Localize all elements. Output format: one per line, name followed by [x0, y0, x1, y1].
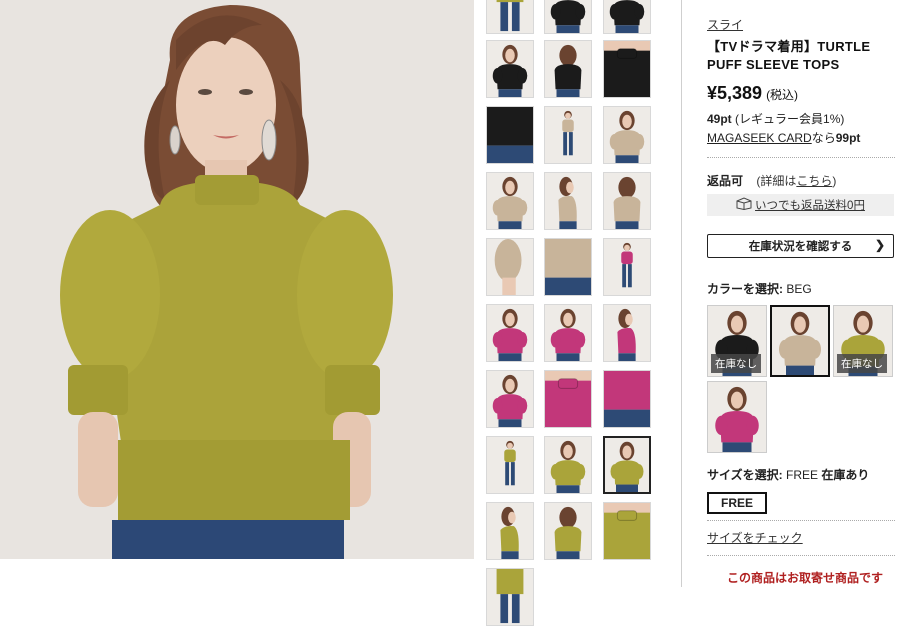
return-note: (詳細はこちら) — [756, 174, 836, 188]
column-divider — [681, 0, 682, 587]
thumbnail-black-back[interactable] — [544, 40, 592, 98]
divider-line — [707, 157, 895, 158]
free-return-label: いつでも返品送料0円 — [755, 197, 865, 213]
thumbnail-beige-full[interactable] — [544, 106, 592, 164]
thumbnail-black-detail[interactable] — [603, 40, 651, 98]
backorder-notice: この商品はお取寄せ商品です — [727, 569, 883, 586]
card-suffix: なら — [812, 131, 836, 145]
color-label: カラーを選択: — [707, 282, 783, 296]
color-swatch-black[interactable]: 在庫なし — [707, 305, 767, 377]
thumbnail-black-front-crop[interactable] — [603, 0, 651, 34]
return-details-link[interactable]: こちら — [796, 174, 832, 188]
thumbnail-beige-sleeve[interactable] — [486, 238, 534, 296]
color-swatch-pink[interactable] — [707, 381, 767, 453]
selected-size: FREE — [786, 468, 818, 482]
size-check-link[interactable]: サイズをチェック — [707, 529, 803, 546]
color-select-label: カラーを選択: BEG — [707, 280, 812, 297]
thumbnail-mustard-side[interactable] — [486, 502, 534, 560]
thumbnail-pink-front[interactable] — [486, 304, 534, 362]
model-illustration — [0, 0, 474, 559]
card-points-value: 99pt — [836, 131, 861, 145]
return-label: 返品可 — [707, 174, 743, 188]
chevron-right-icon: ❯ — [875, 238, 885, 252]
card-points-info: MAGASEEK CARDなら99pt — [707, 129, 860, 146]
points-note: (レギュラー会員1%) — [735, 112, 844, 126]
thumbnail-beige-back[interactable] — [603, 172, 651, 230]
price-value: ¥5,389 — [707, 83, 762, 103]
box-icon — [736, 197, 752, 213]
thumbnail-mustard-full[interactable] — [486, 436, 534, 494]
main-product-image — [0, 0, 474, 559]
size-free-button[interactable]: FREE — [707, 492, 767, 514]
thumbnail-mustard-back[interactable] — [544, 502, 592, 560]
thumbnail-pink-side[interactable] — [603, 304, 651, 362]
thumbnail-mustard-front[interactable] — [544, 436, 592, 494]
free-return-button[interactable]: いつでも返品送料0円 — [707, 194, 894, 216]
thumbnail-beige-front[interactable] — [486, 172, 534, 230]
thumbnail-black-front-crop[interactable] — [544, 0, 592, 34]
thumbnail-mustard-front[interactable] — [603, 436, 651, 494]
check-stock-button[interactable]: 在庫状況を確認する ❯ — [707, 234, 894, 258]
sold-out-tag: 在庫なし — [837, 354, 887, 373]
thumbnail-beige-side[interactable] — [544, 172, 592, 230]
thumbnail-pink-detail-hem[interactable] — [603, 370, 651, 428]
price-tax-note: (税込) — [766, 88, 798, 102]
selected-color: BEG — [786, 282, 811, 296]
thumbnail-mustard-legs[interactable] — [486, 568, 534, 626]
divider-line — [707, 520, 895, 521]
points-value: 49pt — [707, 112, 732, 126]
size-stock-status: 在庫あり — [821, 468, 869, 482]
size-label: サイズを選択: — [707, 468, 783, 482]
sold-out-tag: 在庫なし — [711, 354, 761, 373]
brand-link[interactable]: スライ — [707, 16, 743, 33]
thumbnail-pink-detail[interactable] — [544, 370, 592, 428]
thumbnail-pink-front[interactable] — [486, 370, 534, 428]
thumbnail-black-front[interactable] — [486, 40, 534, 98]
return-note-prefix: (詳細は — [756, 174, 796, 188]
card-link[interactable]: MAGASEEK CARD — [707, 131, 812, 145]
check-stock-label: 在庫状況を確認する — [749, 238, 853, 254]
color-swatch-beige[interactable] — [770, 305, 830, 377]
return-note-suffix: ) — [832, 174, 836, 188]
thumbnail-pink-front[interactable] — [544, 304, 592, 362]
color-swatch-mustard[interactable]: 在庫なし — [833, 305, 893, 377]
thumbnail-beige-front[interactable] — [603, 106, 651, 164]
product-price: ¥5,389 (税込) — [707, 83, 798, 104]
thumbnail-mustard-detail[interactable] — [603, 502, 651, 560]
thumbnail-mustard-legs[interactable] — [486, 0, 534, 34]
product-title: 【TVドラマ着用】TURTLE PUFF SLEEVE TOPS — [707, 38, 897, 74]
thumbnail-pink-full[interactable] — [603, 238, 651, 296]
thumbnail-beige-detail-hem[interactable] — [544, 238, 592, 296]
thumbnail-black-detail-hem[interactable] — [486, 106, 534, 164]
divider-line — [707, 555, 895, 556]
return-policy: 返品可 (詳細はこちら) — [707, 172, 836, 189]
size-select-label: サイズを選択: FREE 在庫あり — [707, 466, 869, 483]
points-info: 49pt (レギュラー会員1%) — [707, 110, 844, 127]
